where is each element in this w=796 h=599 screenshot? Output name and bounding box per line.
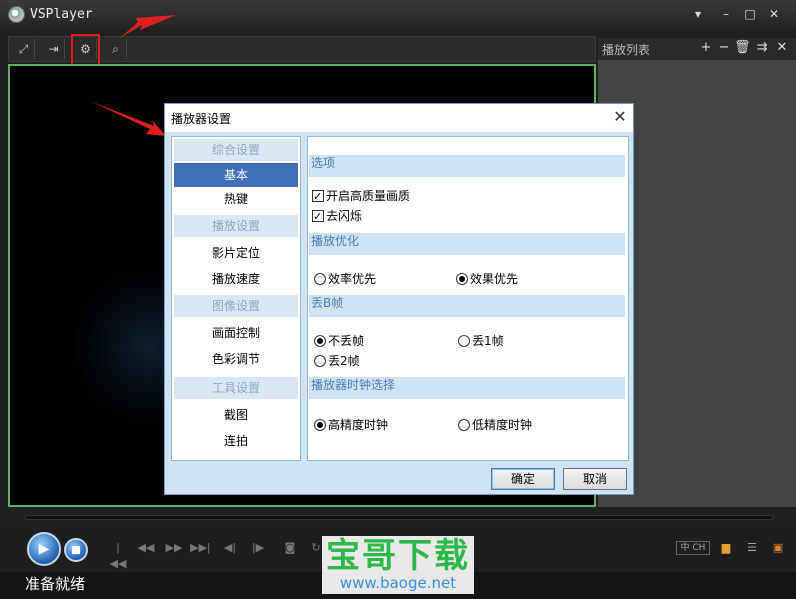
dialog-title: 播放器设置 (171, 112, 232, 126)
settings-dialog: 播放器设置 ✕ 综合设置 基本 热键 播放设置 影片定位 播放速度 图像设置 画… (164, 103, 634, 495)
annotation-arrow-icon (90, 101, 166, 136)
search-icon[interactable]: ⌕ (105, 39, 127, 59)
forward-icon[interactable]: ▶▶ (164, 540, 184, 556)
minimize-button[interactable]: – (718, 6, 734, 22)
dialog-close-icon[interactable]: ✕ (611, 108, 629, 126)
nav-item-color[interactable]: 色彩调节 (174, 347, 298, 371)
remove-icon[interactable]: − (716, 40, 732, 56)
high-clock-radio-row[interactable]: 高精度时钟 (314, 416, 388, 434)
add-icon[interactable]: + (698, 40, 714, 56)
watermark-logo: 宝哥下载 www.baoge.net (322, 536, 474, 594)
step-back-icon[interactable]: ◀| (220, 540, 240, 556)
effect-label: 效果优先 (470, 272, 519, 286)
sort-icon[interactable]: ⇉ (754, 40, 770, 56)
list-icon[interactable]: ☰ (742, 540, 762, 556)
cancel-button[interactable]: 取消 (563, 468, 627, 490)
drop-one-radio[interactable] (458, 335, 470, 347)
close-playlist-icon[interactable]: ✕ (774, 40, 790, 56)
section-options: 选项 (309, 155, 625, 177)
effect-radio[interactable] (456, 273, 468, 285)
vsplayer-window: VSPlayer ▾ – □ ✕ ⤢ ⇥ ⚙ ⌕ 播放列表 + − 🗑 ⇉ ✕ … (0, 0, 796, 599)
app-title: VSPlayer (30, 7, 93, 22)
highlight-box (71, 34, 100, 67)
watermark-title: 宝哥下载 (326, 536, 470, 576)
hq-checkbox[interactable] (312, 188, 324, 206)
hq-label: 开启高质量画质 (326, 189, 411, 203)
nav-item-picture[interactable]: 画面控制 (174, 321, 298, 345)
deflicker-checkbox-row[interactable]: 去闪烁 (312, 207, 363, 226)
efficiency-label: 效率优先 (328, 272, 377, 286)
previous-icon[interactable]: |◀◀ (108, 540, 128, 570)
settings-panel: 选项 开启高质量画质 去闪烁 播放优化 效率优先 效果优先 丢B帧 不丢帧 丢1… (307, 136, 629, 461)
watermark-url: www.baoge.net (339, 574, 457, 592)
nav-item-positioning[interactable]: 影片定位 (174, 241, 298, 265)
nav-item-hotkeys[interactable]: 热键 (174, 187, 298, 211)
deflicker-checkbox[interactable] (312, 208, 324, 226)
category-tools: 工具设置 (174, 377, 298, 399)
snapshot-icon[interactable]: ◙ (280, 540, 300, 556)
hq-checkbox-row[interactable]: 开启高质量画质 (312, 187, 411, 206)
efficiency-radio-row[interactable]: 效率优先 (314, 270, 376, 288)
app-logo-icon (8, 6, 25, 23)
no-drop-label: 不丢帧 (328, 334, 365, 348)
status-text: 准备就绪 (25, 575, 86, 593)
section-drop-frames: 丢B帧 (309, 295, 625, 317)
efficiency-radio[interactable] (314, 273, 326, 285)
ok-button[interactable]: 确定 (491, 468, 555, 490)
folder-icon[interactable]: ▆ (716, 540, 736, 556)
no-drop-radio-row[interactable]: 不丢帧 (314, 332, 364, 350)
effect-radio-row[interactable]: 效果优先 (456, 270, 518, 288)
nav-item-speed[interactable]: 播放速度 (174, 267, 298, 291)
low-clock-radio-row[interactable]: 低精度时钟 (458, 416, 532, 434)
no-drop-radio[interactable] (314, 335, 326, 347)
settings-nav: 综合设置 基本 热键 播放设置 影片定位 播放速度 图像设置 画面控制 色彩调节… (171, 136, 301, 461)
playlist-title: 播放列表 (602, 43, 651, 57)
drop-two-radio-row[interactable]: 丢2帧 (314, 352, 360, 370)
play-button[interactable]: ▶ (27, 532, 61, 566)
nav-item-basic[interactable]: 基本 (174, 163, 298, 187)
deflicker-label: 去闪烁 (326, 209, 363, 223)
low-clock-radio[interactable] (458, 419, 470, 431)
close-button[interactable]: ✕ (766, 6, 782, 22)
language-toggle[interactable]: 中 CH (676, 541, 710, 555)
nav-item-screenshot[interactable]: 截图 (174, 403, 298, 427)
toolbox-icon[interactable]: ▣ (768, 540, 788, 556)
annotation-arrow-icon (120, 15, 176, 38)
high-clock-radio[interactable] (314, 419, 326, 431)
trash-icon[interactable]: 🗑 (734, 40, 751, 56)
drop-one-label: 丢1帧 (472, 334, 504, 348)
rewind-icon[interactable]: ◀◀ (136, 540, 156, 556)
category-image: 图像设置 (174, 295, 298, 317)
drop-two-label: 丢2帧 (328, 354, 360, 368)
playlist-header: 播放列表 + − 🗑 ⇉ ✕ (598, 38, 796, 60)
step-forward-icon[interactable]: |▶ (248, 540, 268, 556)
seek-bar[interactable] (25, 515, 773, 520)
section-playback: 播放优化 (309, 233, 625, 255)
drop-two-radio[interactable] (314, 355, 326, 367)
maximize-button[interactable]: □ (742, 6, 758, 22)
drop-one-radio-row[interactable]: 丢1帧 (458, 332, 504, 350)
category-general: 综合设置 (174, 139, 298, 161)
menu-dropdown-icon[interactable]: ▾ (690, 6, 706, 22)
pin-icon[interactable]: ⇥ (43, 39, 65, 59)
next-icon[interactable]: ▶▶| (190, 540, 211, 556)
nav-item-burst[interactable]: 连拍 (174, 429, 298, 453)
fullscreen-icon[interactable]: ⤢ (13, 39, 35, 59)
stop-button[interactable] (64, 538, 88, 562)
high-clock-label: 高精度时钟 (328, 418, 389, 432)
category-playback: 播放设置 (174, 215, 298, 237)
low-clock-label: 低精度时钟 (472, 418, 533, 432)
section-clock: 播放器时钟选择 (309, 377, 625, 399)
dialog-title-bar: 播放器设置 ✕ (165, 104, 633, 132)
